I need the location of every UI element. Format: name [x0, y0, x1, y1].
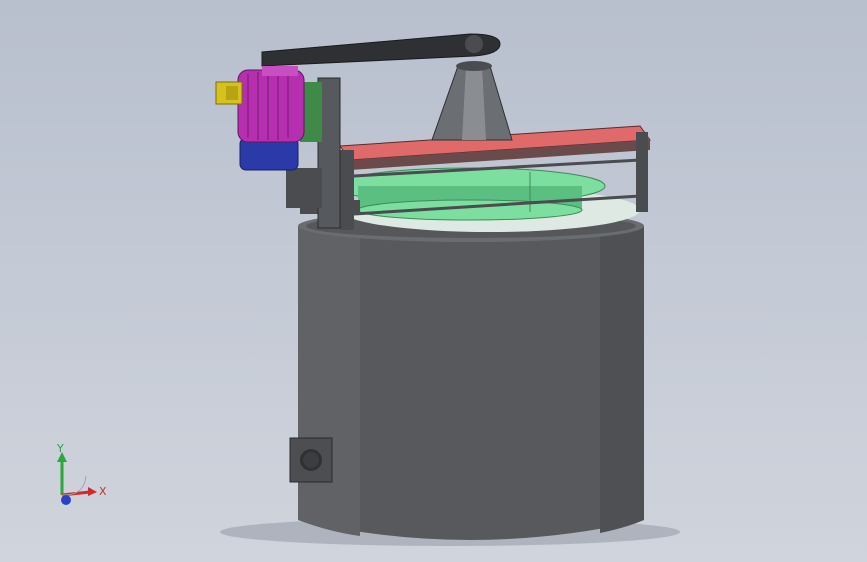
- x-axis-arrowhead: [88, 487, 97, 496]
- agitator-tank-model[interactable]: [0, 0, 867, 562]
- y-axis-label: Y: [56, 442, 64, 455]
- drive-belt[interactable]: [261, 33, 501, 67]
- cad-viewport[interactable]: Y X: [0, 0, 867, 562]
- tank-body[interactable]: [298, 210, 644, 540]
- orientation-triad: Y X: [56, 442, 107, 505]
- side-port[interactable]: [289, 437, 333, 483]
- motor[interactable]: [237, 66, 305, 171]
- drive-pedestal[interactable]: [431, 61, 513, 141]
- terminal-box[interactable]: [215, 81, 243, 105]
- x-axis-label: X: [99, 485, 107, 498]
- z-axis-marker: [61, 495, 71, 505]
